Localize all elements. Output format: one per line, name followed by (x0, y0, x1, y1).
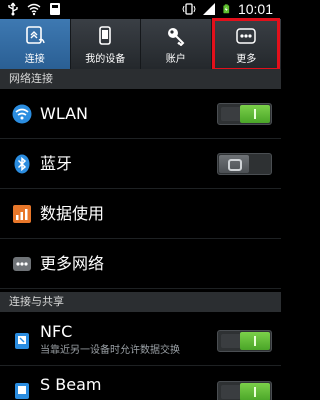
section-header-sharing: 连接与共享 (0, 292, 281, 312)
battery-icon (223, 4, 230, 14)
row-title: 更多网络 (40, 253, 105, 273)
nfc-icon (15, 332, 29, 349)
row-title: 蓝牙 (40, 153, 73, 173)
usb-icon (8, 2, 18, 16)
status-bar: 10:01 (0, 0, 281, 19)
tab-more[interactable]: 更多 (212, 19, 282, 69)
settings-tab-bar: 连接 我的设备 账户 更多 (0, 19, 281, 69)
list-item-nfc[interactable]: NFC 当靠近另一设备时允许数据交换 (0, 316, 281, 366)
tab-my-device[interactable]: 我的设备 (71, 19, 141, 69)
clock: 10:01 (237, 1, 273, 17)
list-item-data-usage[interactable]: 数据使用 (0, 189, 281, 239)
sbeam-icon (15, 383, 29, 399)
list-item-sbeam[interactable]: S Beam (0, 367, 281, 400)
tab-label: 更多 (236, 54, 257, 65)
tab-connection[interactable]: 连接 (0, 19, 71, 69)
row-title: NFC (40, 322, 73, 341)
more-networks-icon (13, 256, 31, 271)
tab-account[interactable]: 账户 (141, 19, 212, 69)
nfc-toggle[interactable] (217, 330, 272, 352)
list-item-bluetooth[interactable]: 蓝牙 (0, 139, 281, 189)
more-dots-icon (236, 28, 256, 44)
wlan-toggle[interactable] (217, 102, 272, 125)
bluetooth-icon (14, 154, 30, 173)
storage-icon (50, 3, 60, 15)
section-header-network: 网络连接 (0, 69, 281, 89)
data-usage-chart-icon (13, 204, 31, 223)
tab-label: 连接 (24, 54, 45, 65)
sbeam-toggle[interactable] (217, 381, 272, 400)
tab-label: 我的设备 (85, 54, 126, 65)
connection-icon (25, 26, 45, 44)
account-key-icon (167, 28, 185, 46)
wifi-icon (27, 3, 41, 16)
my-device-icon (99, 26, 112, 45)
vibrate-icon (182, 3, 196, 15)
row-title: 数据使用 (40, 203, 105, 223)
bluetooth-toggle[interactable] (217, 152, 272, 175)
signal-icon (202, 3, 215, 15)
list-item-wlan[interactable]: WLAN (0, 89, 281, 139)
row-title: S Beam (40, 375, 102, 394)
tab-label: 账户 (165, 54, 186, 65)
wifi-icon (12, 104, 32, 123)
list-item-more-networks[interactable]: 更多网络 (0, 239, 281, 289)
row-title: WLAN (40, 103, 89, 123)
row-subtitle: 当靠近另一设备时允许数据交换 (40, 345, 180, 356)
